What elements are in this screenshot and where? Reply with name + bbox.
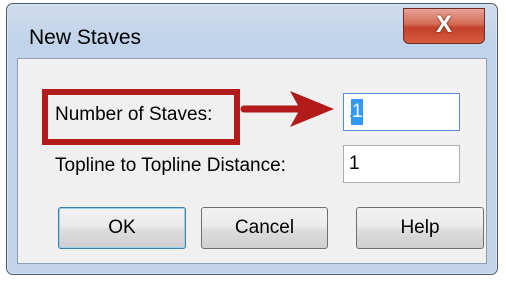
new-staves-dialog: New Staves X Number of Staves: 1 Topline… xyxy=(6,3,498,275)
ok-button[interactable]: OK xyxy=(58,207,186,249)
number-of-staves-label: Number of Staves: xyxy=(55,104,213,125)
topline-distance-label: Topline to Topline Distance: xyxy=(55,155,286,176)
dialog-title: New Staves xyxy=(29,26,142,49)
dialog-body: Number of Staves: 1 Topline to Topline D… xyxy=(17,58,487,264)
cancel-button[interactable]: Cancel xyxy=(201,207,328,249)
topline-distance-input[interactable] xyxy=(343,145,460,183)
help-button[interactable]: Help xyxy=(356,207,484,249)
close-icon: X xyxy=(435,11,452,38)
number-of-staves-selected-text: 1 xyxy=(352,101,363,122)
close-button[interactable]: X xyxy=(403,8,485,44)
arrow-right-icon xyxy=(240,91,334,127)
